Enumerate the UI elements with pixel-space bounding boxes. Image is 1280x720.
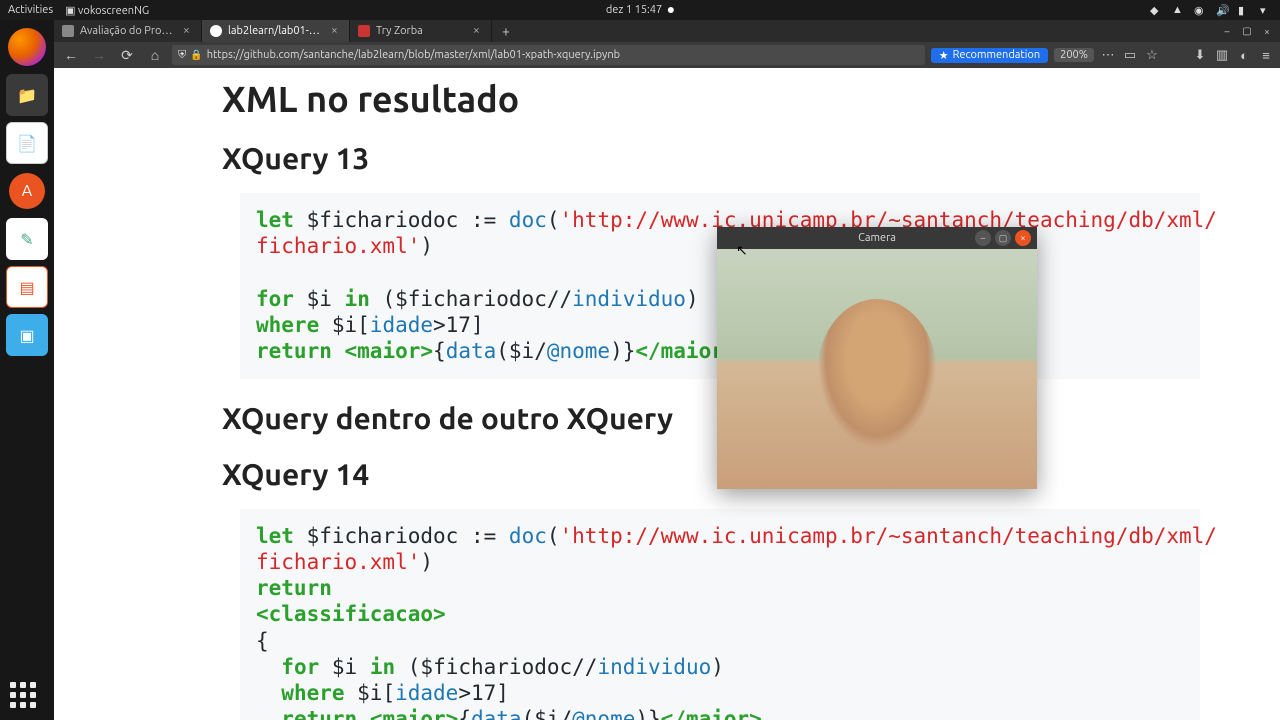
text-editor-icon[interactable]: ✎ <box>6 218 48 260</box>
firefox-icon[interactable] <box>6 26 48 68</box>
new-tab-button[interactable]: + <box>492 20 520 42</box>
menu-icon[interactable]: ≡ <box>1258 47 1274 63</box>
system-tray[interactable]: ◆ ▲ ◉ 🔊 ▮ ▾ <box>1150 4 1272 16</box>
bookmark-icon[interactable]: ☆ <box>1144 47 1160 63</box>
reload-button[interactable]: ⟳ <box>116 44 138 66</box>
back-button[interactable]: ← <box>60 44 82 66</box>
section-heading: XML no resultado <box>222 78 1200 119</box>
close-icon[interactable]: × <box>183 26 193 36</box>
code-block-14: let $fichariodoc := doc('http://www.ic.u… <box>240 509 1200 720</box>
favicon-icon <box>62 25 74 37</box>
favicon-icon <box>358 25 370 37</box>
display-icon[interactable]: ▲ <box>1172 4 1184 16</box>
maximize-button[interactable]: ▢ <box>1238 24 1256 38</box>
camera-minimize-button[interactable]: – <box>975 230 991 246</box>
camera-maximize-button[interactable]: ▢ <box>995 230 1011 246</box>
activities-button[interactable]: Activities <box>8 4 53 17</box>
power-icon[interactable]: ▾ <box>1260 4 1272 16</box>
launcher-dock: 📁 📄 A ✎ ▤ ▣ <box>0 20 54 720</box>
toolbar: ← → ⟳ ⌂ ⛨ 🔒 https://github.com/santanche… <box>54 42 1280 68</box>
recommendation-badge[interactable]: ★ Recommendation <box>931 48 1048 63</box>
address-bar[interactable]: ⛨ 🔒 https://github.com/santanche/lab2lea… <box>172 45 925 65</box>
forward-button[interactable]: → <box>88 44 110 66</box>
video-editor-icon[interactable]: ▣ <box>6 314 48 356</box>
tab-zorba[interactable]: Try Zorba × <box>350 20 492 42</box>
show-apps-icon[interactable] <box>10 682 36 708</box>
close-button[interactable]: × <box>1258 24 1276 38</box>
system-topbar: Activities ▣ vokoscreenNG dez 1 15:47 ◆ … <box>0 0 1280 20</box>
wifi-icon[interactable]: ◉ <box>1194 4 1206 16</box>
battery-icon[interactable]: ▮ <box>1238 4 1250 16</box>
notification-icon[interactable]: ◆ <box>1150 4 1162 16</box>
software-center-icon[interactable]: A <box>6 170 48 212</box>
minimize-button[interactable]: – <box>1218 24 1236 38</box>
tab-lab2learn[interactable]: lab2learn/lab01-xpath-x × <box>202 20 350 42</box>
library-icon[interactable]: ▥ <box>1214 47 1230 63</box>
home-button[interactable]: ⌂ <box>144 44 166 66</box>
page-content: XML no resultado XQuery 13 let $fichario… <box>54 68 1280 720</box>
camera-titlebar[interactable]: Camera – ▢ × <box>717 227 1037 249</box>
subsection-heading: XQuery dentro de outro XQuery <box>222 401 1200 435</box>
favicon-icon <box>210 25 222 37</box>
impress-icon[interactable]: ▤ <box>6 266 48 308</box>
volume-icon[interactable]: 🔊 <box>1216 4 1228 16</box>
current-app[interactable]: ▣ vokoscreenNG <box>65 4 149 17</box>
subsection-heading: XQuery 13 <box>222 141 1200 175</box>
subsection-heading: XQuery 14 <box>222 457 1200 491</box>
shield-icon[interactable]: ⛨ <box>178 49 186 62</box>
camera-feed <box>717 249 1037 489</box>
clock[interactable]: dez 1 15:47 <box>606 4 674 16</box>
account-icon[interactable]: ◐ <box>1236 47 1252 63</box>
camera-title: Camera <box>858 232 896 244</box>
files-icon[interactable]: 📁 <box>6 74 48 116</box>
tab-avaliacao[interactable]: Avaliação do Programa d × <box>54 20 202 42</box>
lock-icon: 🔒 <box>190 49 202 61</box>
browser-window: Avaliação do Programa d × lab2learn/lab0… <box>54 20 1280 720</box>
page-actions-icon[interactable]: ⋯ <box>1100 47 1116 63</box>
writer-icon[interactable]: 📄 <box>6 122 48 164</box>
tab-strip: Avaliação do Programa d × lab2learn/lab0… <box>54 20 1280 42</box>
close-icon[interactable]: × <box>473 26 483 36</box>
reader-icon[interactable]: ▭ <box>1122 47 1138 63</box>
close-icon[interactable]: × <box>331 26 341 36</box>
zoom-level[interactable]: 200% <box>1054 48 1094 62</box>
camera-close-button[interactable]: × <box>1015 230 1031 246</box>
downloads-icon[interactable]: ⬇ <box>1192 47 1208 63</box>
camera-window[interactable]: Camera – ▢ × <box>717 227 1037 489</box>
